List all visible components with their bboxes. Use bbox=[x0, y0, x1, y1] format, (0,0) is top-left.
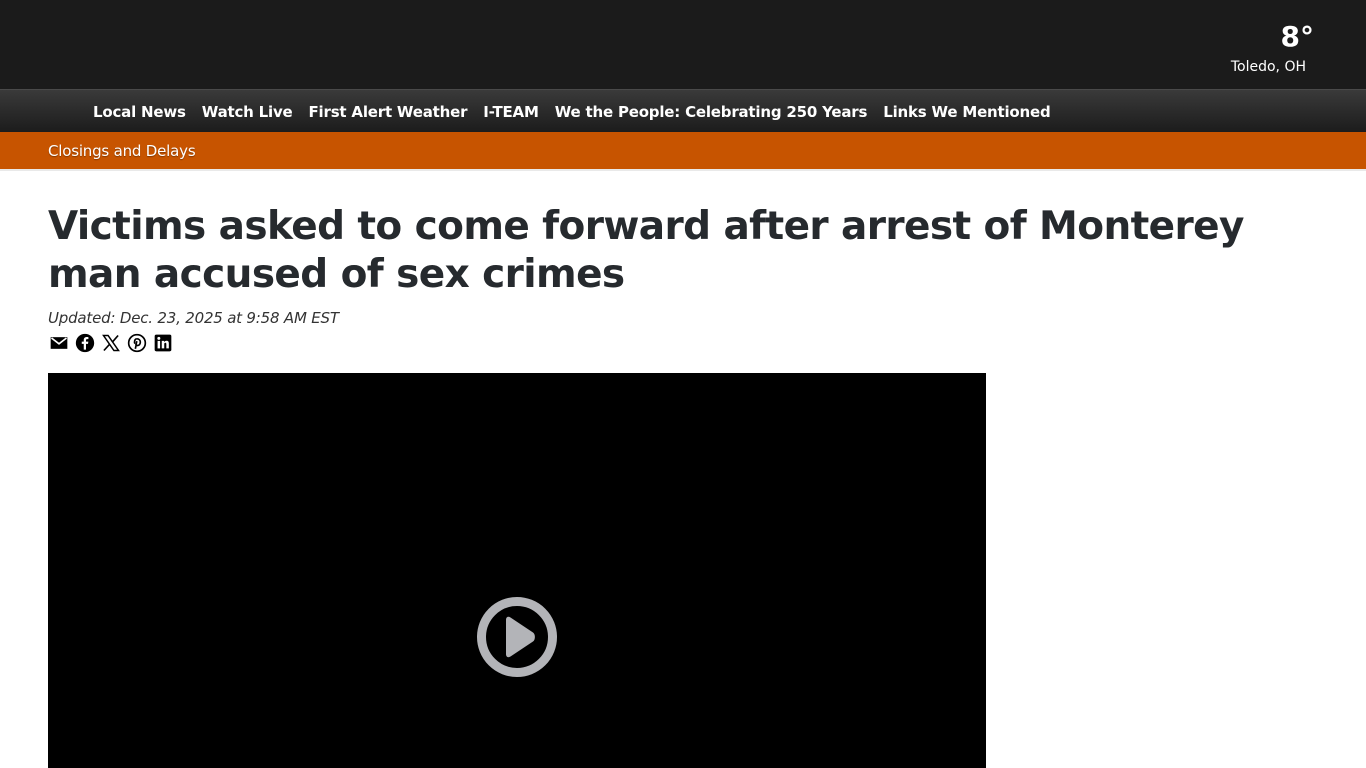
facebook-icon bbox=[75, 333, 95, 353]
pinterest-share-button[interactable] bbox=[126, 332, 148, 354]
nav-links: Local News Watch Live First Alert Weathe… bbox=[93, 90, 1051, 133]
pinterest-icon bbox=[127, 333, 147, 353]
email-share-button[interactable] bbox=[48, 332, 70, 354]
email-icon bbox=[50, 337, 68, 349]
weather-temperature: 8° bbox=[1280, 20, 1314, 53]
video-player[interactable] bbox=[48, 373, 986, 768]
play-circle-icon bbox=[477, 597, 557, 677]
menu-icon[interactable] bbox=[58, 102, 74, 120]
nav-link-we-the-people[interactable]: We the People: Celebrating 250 Years bbox=[555, 102, 868, 122]
nav-link-watch-live[interactable]: Watch Live bbox=[202, 102, 293, 122]
closings-delays-link[interactable]: Closings and Delays bbox=[48, 141, 196, 161]
play-button[interactable] bbox=[476, 596, 558, 678]
share-buttons bbox=[48, 332, 174, 356]
article-headline: Victims asked to come forward after arre… bbox=[48, 204, 1244, 297]
nav-link-i-team[interactable]: I-TEAM bbox=[483, 102, 539, 122]
weather-location: Toledo, OH bbox=[1230, 59, 1306, 75]
article-updated-timestamp: Updated: Dec. 23, 2025 at 9:58 AM EST bbox=[48, 309, 339, 327]
x-share-button[interactable] bbox=[100, 332, 122, 354]
closings-delays-bar: Closings and Delays bbox=[0, 132, 1366, 169]
weather-widget[interactable]: 8° Toledo, OH bbox=[1194, 20, 1314, 76]
alert-bar-icon[interactable] bbox=[1296, 142, 1308, 158]
nav-link-links-we-mentioned[interactable]: Links We Mentioned bbox=[883, 102, 1050, 122]
header-divider bbox=[0, 169, 1366, 171]
nav-link-first-alert-weather[interactable]: First Alert Weather bbox=[309, 102, 468, 122]
linkedin-icon bbox=[154, 334, 172, 352]
main-navigation: Local News Watch Live First Alert Weathe… bbox=[0, 89, 1366, 132]
site-header: 8° Toledo, OH bbox=[0, 0, 1366, 89]
x-icon bbox=[102, 334, 120, 352]
linkedin-share-button[interactable] bbox=[152, 332, 174, 354]
nav-link-local-news[interactable]: Local News bbox=[93, 102, 186, 122]
facebook-share-button[interactable] bbox=[74, 332, 96, 354]
search-icon[interactable] bbox=[1294, 102, 1308, 120]
